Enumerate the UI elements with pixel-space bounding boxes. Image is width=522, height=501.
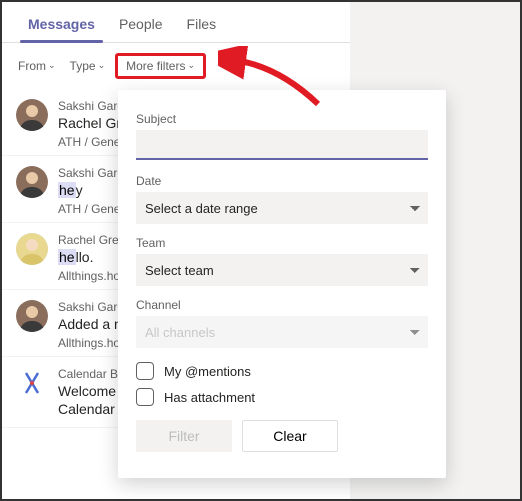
filter-button[interactable]: Filter: [136, 420, 232, 452]
more-filters-panel: Subject Date Select a date range Team Se…: [118, 90, 446, 478]
channel-label: Channel: [136, 298, 428, 312]
panel-buttons: Filter Clear: [136, 420, 428, 452]
date-select[interactable]: Select a date range: [136, 192, 428, 224]
subject-input[interactable]: [136, 130, 428, 160]
mentions-label: My @mentions: [164, 364, 251, 379]
checkbox-icon: [136, 388, 154, 406]
subject-label: Subject: [136, 112, 428, 126]
team-select[interactable]: Select team: [136, 254, 428, 286]
attachment-label: Has attachment: [164, 390, 255, 405]
mentions-checkbox-row[interactable]: My @mentions: [136, 362, 428, 380]
more-filters-button[interactable]: More filters ⌄: [115, 53, 206, 79]
channel-select: All channels: [136, 316, 428, 348]
checkbox-icon: [136, 362, 154, 380]
chevron-down-icon: ⌄: [187, 60, 195, 71]
date-label: Date: [136, 174, 428, 188]
team-label: Team: [136, 236, 428, 250]
more-filters-label: More filters: [126, 59, 185, 73]
clear-button[interactable]: Clear: [242, 420, 338, 452]
attachment-checkbox-row[interactable]: Has attachment: [136, 388, 428, 406]
